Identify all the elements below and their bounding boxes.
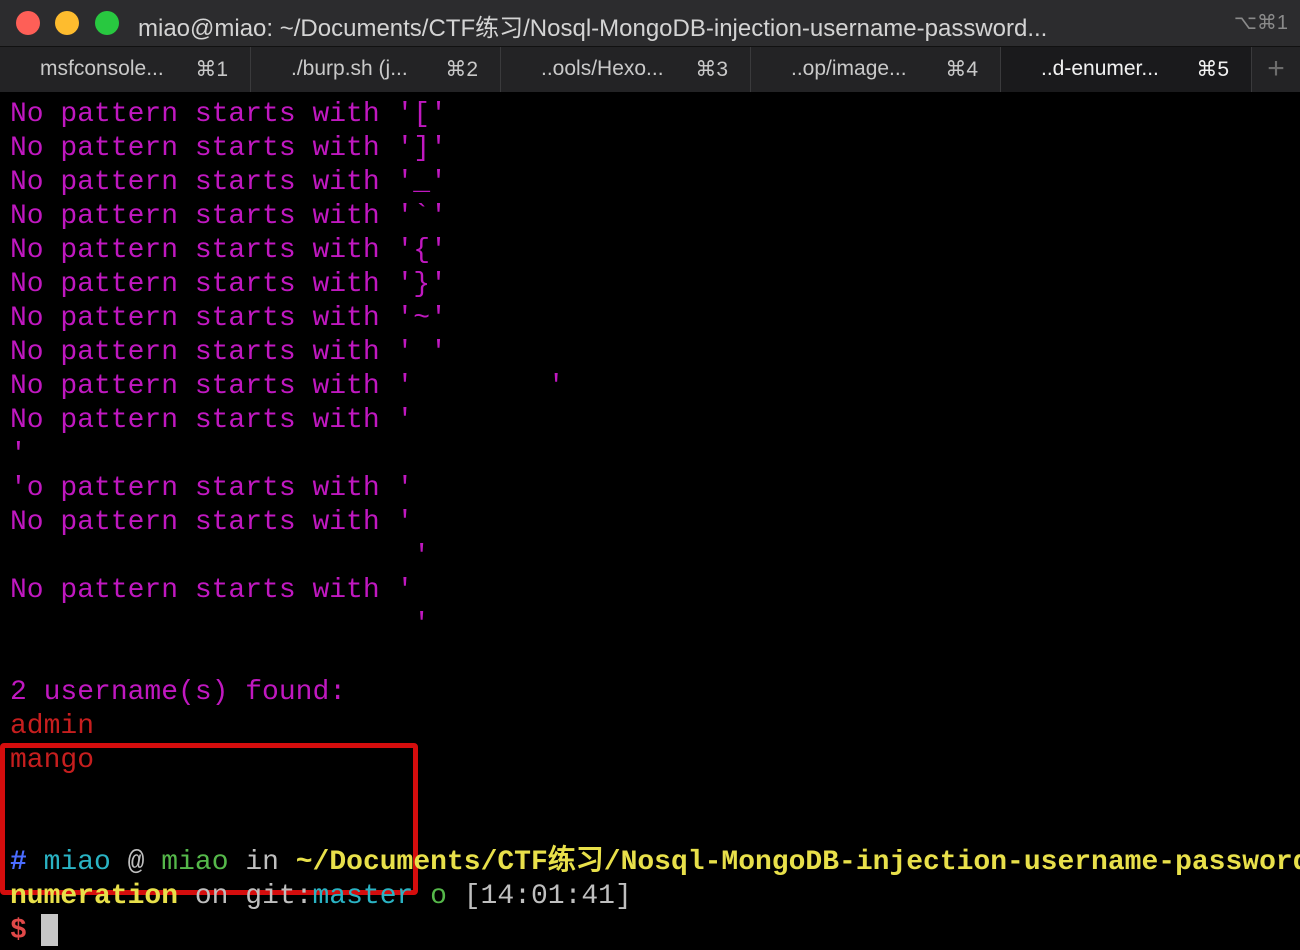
tab-4[interactable]: ..op/image... ⌘4 [751,47,1001,92]
tab-5-active[interactable]: ..d-enumer... ⌘5 [1001,47,1252,92]
prompt-branch: master [312,881,414,912]
prompt-in: in [245,847,279,878]
output-line: No pattern starts with ' ' [10,371,565,402]
prompt-line-1: # miao @ miao in ~/Documents/CTF练习/Nosql… [10,846,1300,880]
prompt-path-continued: numeration [10,881,179,912]
prompt-path: ~/Documents/CTF练习/Nosql-MongoDB-injectio… [295,847,1300,878]
tab-shortcut: ⌘4 [945,58,978,81]
output-line: No pattern starts with ' ' [10,337,447,368]
username-item: mango [10,745,95,776]
output-line: ' [10,439,27,470]
tab-3[interactable]: ..ools/Hexo... ⌘3 [501,47,751,92]
title-bar: miao@miao: ~/Documents/CTF练习/Nosql-Mongo… [0,0,1300,46]
prompt-host: miao [161,847,229,878]
new-tab-button[interactable]: + [1252,47,1300,92]
prompt-time: [14:01:41] [463,881,632,912]
minimize-window-button[interactable] [55,11,79,35]
tab-2[interactable]: ./burp.sh (j... ⌘2 [251,47,501,92]
tab-1[interactable]: msfconsole... ⌘1 [0,47,251,92]
output-line: 'o pattern starts with ' [10,473,414,504]
output-line: No pattern starts with '`' [10,201,447,232]
prompt-user: miao [43,847,111,878]
window-title: miao@miao: ~/Documents/CTF练习/Nosql-Mongo… [138,15,1048,42]
tab-shortcut: ⌘1 [195,58,228,81]
output-line: No pattern starts with '}' [10,269,447,300]
output-line: ' [10,541,431,572]
prompt-hash: # [10,847,27,878]
tab-bar: msfconsole... ⌘1 ./burp.sh (j... ⌘2 ..oo… [0,46,1300,92]
output-line: No pattern starts with '[' [10,99,447,130]
prompt-line-3[interactable]: $ [10,914,58,948]
text-cursor [40,914,58,946]
prompt-dollar: $ [10,915,27,947]
close-window-button[interactable] [16,11,40,35]
output-line: No pattern starts with '_' [10,167,447,198]
zoom-window-button[interactable] [95,11,119,35]
prompt-on: on [194,881,229,912]
username-item: admin [10,711,95,742]
output-line: No pattern starts with ' [10,405,414,436]
tab-shortcut: ⌘3 [695,58,728,81]
output-line: No pattern starts with ' [10,575,414,606]
output-line: No pattern starts with ']' [10,133,447,164]
output-line: No pattern starts with '{' [10,235,447,266]
output-line: No pattern starts with '~' [10,303,447,334]
prompt-git: git: [245,881,313,912]
terminal-output[interactable]: No pattern starts with '[' No pattern st… [0,92,1300,950]
prompt-at: @ [127,847,145,878]
output-line: No pattern starts with ' [10,507,414,538]
output-line: ' [10,609,431,640]
window-shortcut: ⌥⌘1 [1233,12,1288,34]
tab-shortcut: ⌘5 [1196,58,1229,81]
result-header: 2 username(s) found: [10,677,347,708]
tab-shortcut: ⌘2 [445,58,478,81]
prompt-git-status: o [430,881,447,912]
prompt-line-2: numeration on git:master o [14:01:41] [10,880,632,914]
